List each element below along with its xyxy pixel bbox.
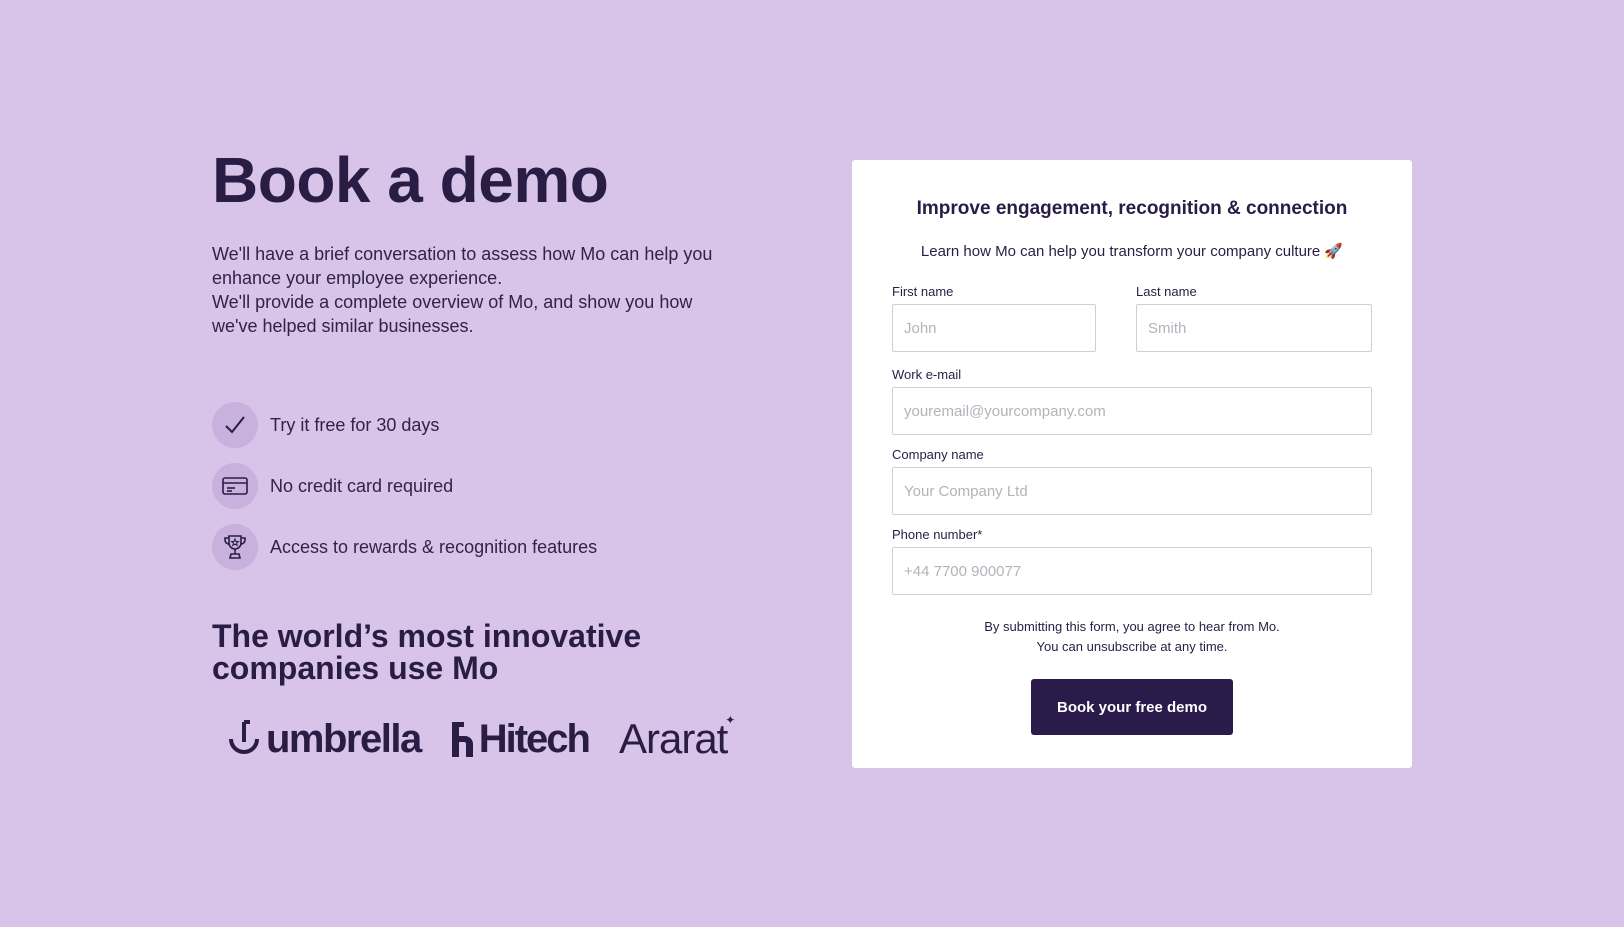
consent-notice-line-2: You can unsubscribe at any time. — [1036, 639, 1228, 654]
umbrella-logo-text: umbrella — [266, 716, 422, 761]
hitech-logo-text: Hitech — [478, 716, 591, 761]
feature-item: Access to rewards & recognition features — [212, 524, 752, 570]
company-field-group: Company name — [892, 447, 1372, 515]
submit-wrapper: Book your free demo — [892, 679, 1372, 735]
intro-paragraph-1: We'll have a brief conversation to asses… — [212, 244, 713, 288]
feature-item: No credit card required — [212, 463, 752, 509]
first-name-label: First name — [892, 284, 954, 299]
consent-notice: By submitting this form, you agree to he… — [892, 617, 1372, 657]
customer-logos: umbrella Hitech Ararat ✦ — [212, 713, 752, 764]
hitech-logo: Hitech — [451, 716, 591, 762]
first-name-field-group: First name — [892, 284, 1096, 352]
umbrella-logo: umbrella — [228, 716, 422, 762]
last-name-label: Last name — [1136, 284, 1197, 299]
feature-item: Try it free for 30 days — [212, 402, 752, 448]
trophy-icon — [212, 524, 258, 570]
demo-form: First name Last name Work e-mail Company… — [892, 284, 1372, 735]
form-title: Improve engagement, recognition & connec… — [916, 198, 1348, 219]
intro-paragraph-2: We'll provide a complete overview of Mo,… — [212, 292, 693, 336]
checkmark-icon — [212, 402, 258, 448]
hitech-mark-icon — [451, 722, 473, 757]
feature-label: Try it free for 30 days — [270, 414, 440, 435]
feature-label: Access to rewards & recognition features — [270, 536, 598, 557]
hero-section: Book a demo We'll have a brief conversat… — [212, 140, 752, 764]
book-demo-button[interactable]: Book your free demo — [1031, 679, 1233, 735]
ararat-logo: Ararat ✦ — [618, 713, 735, 763]
ararat-logo-text: Ararat — [618, 715, 728, 762]
email-label: Work e-mail — [892, 367, 962, 382]
phone-field-group: Phone number* — [892, 527, 1372, 595]
phone-label: Phone number* — [892, 527, 983, 542]
email-input[interactable] — [892, 387, 1372, 435]
feature-list: Try it free for 30 days No credit card r… — [212, 402, 752, 570]
page-title: Book a demo — [212, 144, 609, 216]
form-subtitle: Learn how Mo can help you transform your… — [920, 243, 1344, 260]
feature-label: No credit card required — [270, 475, 454, 496]
name-row: First name Last name — [892, 284, 1372, 352]
email-field-group: Work e-mail — [892, 367, 1372, 435]
company-input[interactable] — [892, 467, 1372, 515]
first-name-input[interactable] — [892, 304, 1096, 352]
consent-notice-line-1: By submitting this form, you agree to he… — [984, 619, 1280, 634]
last-name-input[interactable] — [1136, 304, 1372, 352]
logos-heading: The world’s most innovative companies us… — [212, 618, 642, 686]
intro-text: We'll have a brief conversation to asses… — [212, 242, 722, 338]
credit-card-icon — [212, 463, 258, 509]
demo-form-card: Improve engagement, recognition & connec… — [852, 160, 1412, 768]
phone-input[interactable] — [892, 547, 1372, 595]
company-label: Company name — [892, 447, 984, 462]
umbrella-icon — [229, 720, 259, 754]
last-name-field-group: Last name — [1136, 284, 1372, 352]
ararat-star-icon: ✦ — [725, 713, 736, 727]
